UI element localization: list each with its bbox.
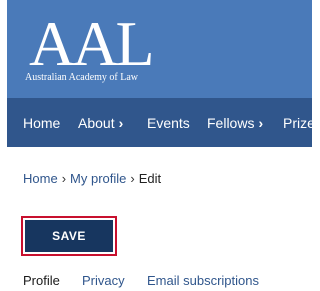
chevron-right-icon: › — [118, 115, 124, 131]
main-nav: Home About › Events Fellows › Prize — [7, 98, 312, 147]
breadcrumb-my-profile-link[interactable]: My profile — [70, 171, 126, 186]
nav-item-prize[interactable]: Prize — [283, 98, 312, 147]
site-logo[interactable]: AAL — [29, 12, 155, 76]
save-button[interactable]: SAVE — [21, 216, 117, 256]
site-header: AAL Australian Academy of Law — [7, 0, 312, 98]
nav-item-fellows[interactable]: Fellows › — [207, 98, 263, 147]
nav-item-home[interactable]: Home — [23, 98, 60, 147]
nav-item-events[interactable]: Events — [147, 98, 190, 147]
nav-item-about[interactable]: About › — [78, 98, 123, 147]
nav-item-label: About — [78, 115, 115, 131]
nav-item-label: Prize — [283, 115, 312, 131]
tab-email-subscriptions[interactable]: Email subscriptions — [147, 273, 259, 289]
breadcrumb-separator: › — [130, 171, 135, 186]
site-logo-subtitle[interactable]: Australian Academy of Law — [25, 72, 138, 84]
breadcrumb-separator: › — [61, 171, 67, 186]
nav-item-label: Events — [147, 115, 190, 131]
nav-item-label: Fellows — [207, 115, 255, 131]
breadcrumb-current: Edit — [138, 171, 162, 186]
tab-profile[interactable]: Profile — [23, 273, 60, 289]
breadcrumb: Home › My profile › Edit — [23, 170, 161, 188]
nav-item-label: Home — [23, 115, 61, 131]
save-button-label: SAVE — [25, 220, 113, 252]
tab-privacy[interactable]: Privacy — [82, 273, 125, 289]
chevron-right-icon: › — [258, 115, 264, 131]
breadcrumb-home-link[interactable]: Home — [23, 171, 58, 186]
